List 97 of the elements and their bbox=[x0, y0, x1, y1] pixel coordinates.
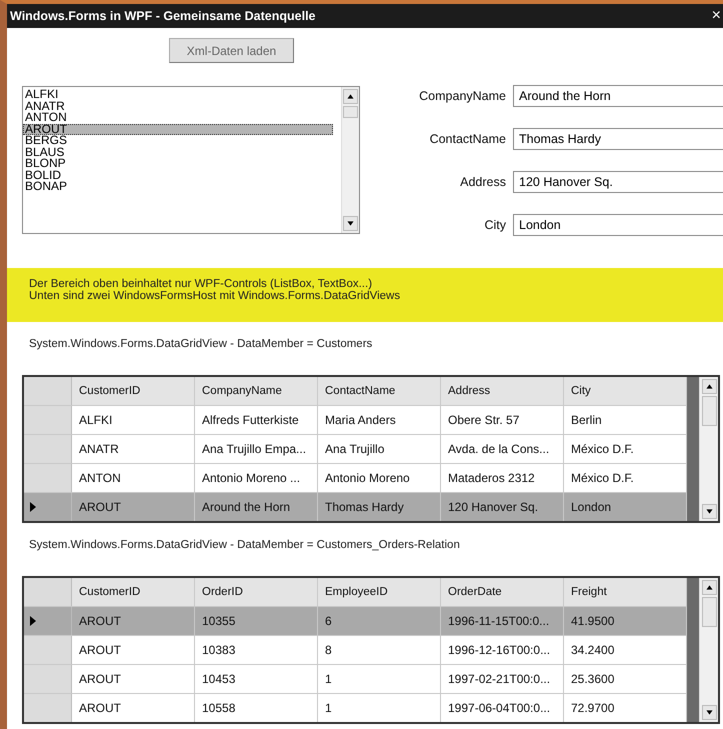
text-field[interactable]: London bbox=[513, 214, 723, 236]
table-row[interactable]: AROUT 10453 1 1997-02-21T00:0... 25.3600 bbox=[24, 665, 687, 694]
table-row[interactable]: ANATR Ana Trujillo Empa... Ana Trujillo Avda. de la Cons... México D.F. bbox=[24, 435, 687, 464]
table-cell: Mataderos 2312 bbox=[441, 464, 564, 492]
column-header[interactable]: City bbox=[564, 377, 687, 405]
table-cell: 1996-11-15T00:0... bbox=[441, 607, 564, 635]
table-cell: AROUT bbox=[72, 694, 195, 722]
table-row[interactable]: AROUT 10355 6 1996-11-15T00:0... 41.9500 bbox=[24, 607, 687, 636]
list-item[interactable]: BLONP bbox=[23, 158, 333, 170]
info-text: Der Bereich oben beinhaltet nur WPF-Controls (ListBox, TextBox...) bbox=[29, 278, 374, 290]
column-header[interactable]: CompanyName bbox=[195, 377, 318, 405]
table-cell: Ana Trujillo bbox=[318, 435, 441, 463]
table-cell: México D.F. bbox=[564, 464, 687, 492]
table-cell: Antonio Moreno bbox=[318, 464, 441, 492]
table-cell: Around the Horn bbox=[195, 493, 318, 521]
table-cell: 10558 bbox=[195, 694, 318, 722]
table-row[interactable]: AROUT Around the Horn Thomas Hardy 120 Hanover Sq. London bbox=[24, 493, 687, 521]
scroll-thumb[interactable] bbox=[343, 106, 358, 118]
table-cell: Maria Anders bbox=[318, 406, 441, 434]
scroll-up-icon[interactable] bbox=[343, 89, 358, 104]
scrollbar[interactable] bbox=[699, 377, 718, 521]
scroll-down-icon[interactable] bbox=[343, 216, 358, 231]
table-cell: 34.2400 bbox=[564, 636, 687, 664]
info-text: Unten sind zwei WindowsFormsHost mit Windows.Forms.DataGridViews bbox=[29, 290, 402, 302]
list-item[interactable]: BERGS bbox=[23, 135, 333, 146]
table-row[interactable]: ANTON Antonio Moreno ... Antonio Moreno Mataderos 2312 México D.F. bbox=[24, 464, 687, 493]
load-button[interactable]: Xml-Daten laden bbox=[169, 38, 294, 63]
table-cell: ALFKI bbox=[72, 406, 195, 434]
field-label: ContactName bbox=[428, 132, 507, 146]
table-row[interactable]: AROUT 10383 8 1996-12-16T00:0... 34.2400 bbox=[24, 636, 687, 665]
text-field[interactable]: Around the Horn bbox=[513, 85, 723, 107]
grid-caption: System.Windows.Forms.DataGridView - DataMember = Customers bbox=[29, 338, 374, 350]
table-cell: 25.3600 bbox=[564, 665, 687, 693]
column-header[interactable]: OrderDate bbox=[441, 578, 564, 606]
table-cell: AROUT bbox=[72, 607, 195, 635]
table-cell: Alfreds Futterkiste bbox=[195, 406, 318, 434]
table-cell: AROUT bbox=[72, 636, 195, 664]
list-item[interactable]: BONAP bbox=[23, 181, 333, 192]
table-cell: 120 Hanover Sq. bbox=[441, 493, 564, 521]
column-header[interactable]: ContactName bbox=[318, 377, 441, 405]
table-cell: 1997-06-04T00:0... bbox=[441, 694, 564, 722]
table-cell: 10355 bbox=[195, 607, 318, 635]
current-row-icon bbox=[30, 616, 36, 626]
table-cell: AROUT bbox=[72, 493, 195, 521]
column-header[interactable]: Address bbox=[441, 377, 564, 405]
text-field[interactable]: Thomas Hardy bbox=[513, 128, 723, 150]
scroll-thumb[interactable] bbox=[702, 396, 716, 426]
table-cell: Antonio Moreno ... bbox=[195, 464, 318, 492]
table-cell: London bbox=[564, 493, 687, 521]
field-label: City bbox=[483, 218, 507, 232]
table-cell: Obere Str. 57 bbox=[441, 406, 564, 434]
table-cell: 10383 bbox=[195, 636, 318, 664]
scroll-up-icon[interactable] bbox=[702, 580, 716, 595]
table-cell: Ana Trujillo Empa... bbox=[195, 435, 318, 463]
customer-list[interactable]: ALFKI ANATR ANTON AROUT BERGS BLAUS BLONP BOLID BONAP bbox=[22, 86, 360, 234]
field-label: CompanyName bbox=[418, 89, 507, 103]
table-cell: 10453 bbox=[195, 665, 318, 693]
current-row-icon bbox=[30, 502, 36, 512]
scroll-up-icon[interactable] bbox=[702, 379, 716, 394]
table-cell: AROUT bbox=[72, 665, 195, 693]
table-cell: 1997-02-21T00:0... bbox=[441, 665, 564, 693]
column-header[interactable]: Freight bbox=[564, 578, 687, 606]
table-cell: ANATR bbox=[72, 435, 195, 463]
list-item[interactable]: ANATR bbox=[23, 100, 333, 112]
window-title: Windows.Forms in WPF - Gemeinsame Datenquelle bbox=[10, 9, 316, 23]
table-cell: Berlin bbox=[564, 406, 687, 434]
table-cell: Thomas Hardy bbox=[318, 493, 441, 521]
column-header[interactable]: OrderID bbox=[195, 578, 318, 606]
scroll-thumb[interactable] bbox=[702, 597, 716, 627]
column-header[interactable]: CustomerID bbox=[72, 578, 195, 606]
table-cell: 6 bbox=[318, 607, 441, 635]
list-item[interactable]: ALFKI bbox=[23, 89, 333, 100]
table-cell: 41.9500 bbox=[564, 607, 687, 635]
table-row[interactable]: ALFKI Alfreds Futterkiste Maria Anders Obere Str. 57 Berlin bbox=[24, 406, 687, 435]
list-item[interactable]: AROUT bbox=[23, 124, 333, 135]
column-header[interactable]: CustomerID bbox=[72, 377, 195, 405]
scroll-down-icon[interactable] bbox=[702, 504, 716, 519]
scrollbar[interactable] bbox=[341, 87, 359, 233]
column-header[interactable]: EmployeeID bbox=[318, 578, 441, 606]
field-label: Address bbox=[459, 175, 507, 189]
table-row[interactable]: AROUT 10558 1 1997-06-04T00:0... 72.9700 bbox=[24, 694, 687, 722]
list-item[interactable]: BLAUS bbox=[23, 146, 333, 158]
text-field[interactable]: 120 Hanover Sq. bbox=[513, 171, 723, 193]
table-cell: 1996-12-16T00:0... bbox=[441, 636, 564, 664]
table-cell: 1 bbox=[318, 665, 441, 693]
table-cell: México D.F. bbox=[564, 435, 687, 463]
list-item[interactable]: BOLID bbox=[23, 170, 333, 181]
table-cell: Avda. de la Cons... bbox=[441, 435, 564, 463]
grid-caption: System.Windows.Forms.DataGridView - DataMember = Customers_Orders-Relation bbox=[29, 539, 461, 551]
scroll-down-icon[interactable] bbox=[702, 705, 716, 720]
table-cell: ANTON bbox=[72, 464, 195, 492]
scrollbar[interactable] bbox=[699, 578, 718, 722]
table-cell: 72.9700 bbox=[564, 694, 687, 722]
table-cell: 1 bbox=[318, 694, 441, 722]
close-button[interactable]: × bbox=[710, 8, 723, 24]
table-cell: 8 bbox=[318, 636, 441, 664]
list-item[interactable]: ANTON bbox=[23, 112, 333, 124]
